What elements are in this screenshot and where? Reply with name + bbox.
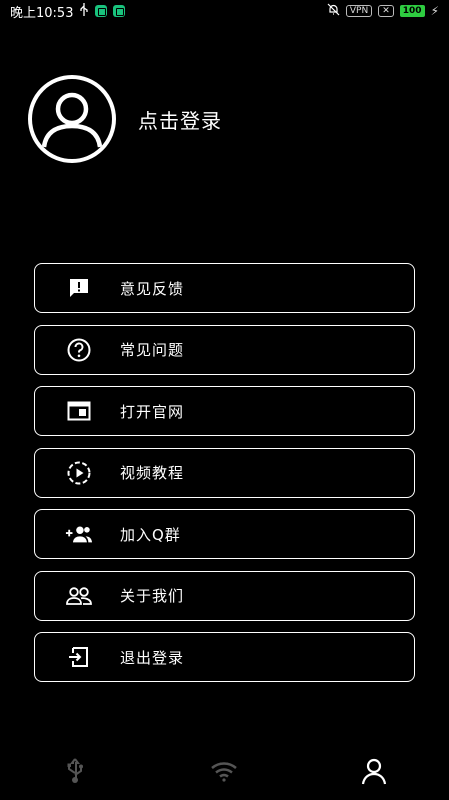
status-right: VPN ✕ 100 ⚡ <box>327 3 439 20</box>
menu-label-logout: 退出登录 <box>120 648 185 667</box>
battery-indicator: 100 <box>399 5 425 17</box>
menu-item-website[interactable]: 打开官网 <box>34 386 415 436</box>
status-bar: 晚上10:53 VPN ✕ 100 ⚡ <box>0 0 449 22</box>
menu-label-website: 打开官网 <box>120 402 185 421</box>
menu-item-join-qq-group[interactable]: 加入Q群 <box>34 509 415 559</box>
sim-off-icon: ✕ <box>378 5 394 17</box>
people-icon <box>65 582 93 610</box>
status-time: 晚上10:53 <box>10 5 74 21</box>
play-circle-icon <box>65 459 93 487</box>
menu-item-faq[interactable]: 常见问题 <box>34 324 415 375</box>
group-add-icon <box>65 520 93 548</box>
bottom-nav <box>0 748 449 794</box>
nav-item-wifi[interactable] <box>194 760 254 782</box>
menu-list: 意见反馈 常见问题 打开官网 视频教程 加入Q群 关于我们 退出登录 <box>34 263 415 694</box>
help-circle-icon <box>65 336 93 364</box>
menu-label-join-qq-group: 加入Q群 <box>120 525 181 544</box>
browser-window-icon <box>65 397 93 425</box>
feedback-icon <box>65 274 93 302</box>
usb-status-icon <box>79 2 89 20</box>
user-icon <box>362 758 387 785</box>
logout-icon <box>65 643 93 671</box>
nav-item-profile[interactable] <box>344 757 404 785</box>
user-avatar-icon <box>41 92 103 148</box>
bell-off-icon <box>327 3 340 20</box>
menu-item-feedback[interactable]: 意见反馈 <box>34 263 415 313</box>
status-left: 晚上10:53 <box>10 2 126 21</box>
menu-label-video-tutorial: 视频教程 <box>120 464 185 482</box>
avatar[interactable] <box>28 75 116 163</box>
menu-item-logout[interactable]: 退出登录 <box>34 632 415 682</box>
charging-icon: ⚡ <box>430 4 439 18</box>
vpn-badge: VPN <box>345 5 373 17</box>
nav-item-usb[interactable] <box>45 758 105 784</box>
menu-item-about-us[interactable]: 关于我们 <box>34 570 415 621</box>
menu-label-feedback: 意见反馈 <box>120 279 185 298</box>
wifi-icon <box>211 762 238 782</box>
notification-app-icon-2 <box>113 5 126 17</box>
menu-label-faq: 常见问题 <box>120 341 185 359</box>
menu-item-video-tutorial[interactable]: 视频教程 <box>34 447 415 498</box>
usb-icon <box>67 758 83 783</box>
menu-label-about-us: 关于我们 <box>120 587 185 605</box>
login-link[interactable]: 点击登录 <box>138 105 222 134</box>
profile-header[interactable]: 点击登录 <box>28 75 222 163</box>
notification-app-icon <box>95 5 108 17</box>
